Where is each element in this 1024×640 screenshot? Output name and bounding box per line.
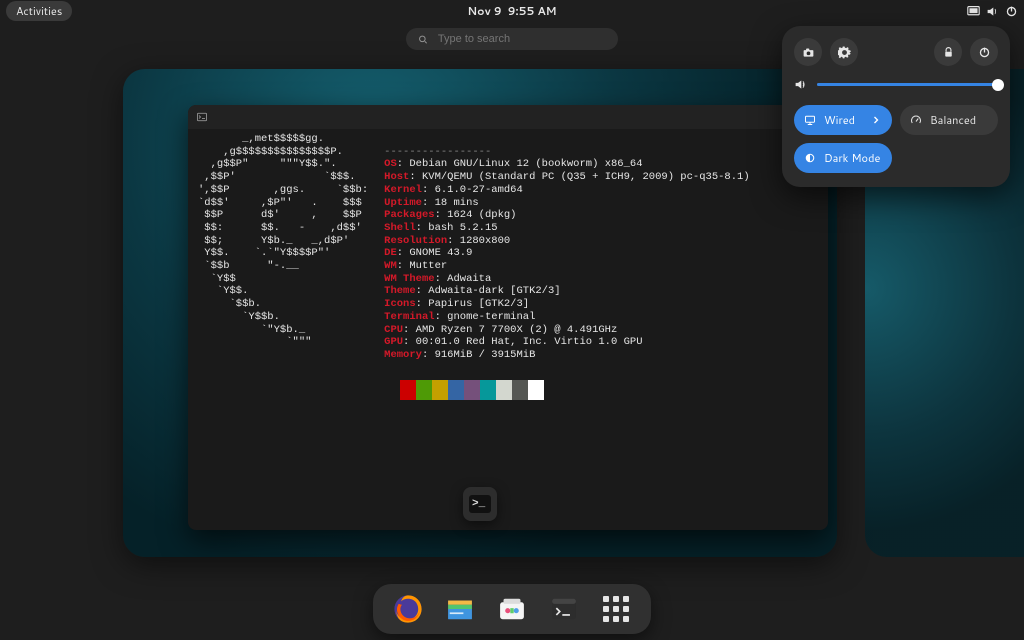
lock-button[interactable] <box>934 38 962 66</box>
volume-row-icon <box>794 78 807 91</box>
search-icon <box>418 34 428 45</box>
terminal-tab-icon <box>196 111 208 123</box>
terminal-body: _,met$$$$$gg. ,g$$$$$$$$$$$$$$$P. ,g$$P"… <box>188 129 828 530</box>
network-icon <box>804 114 816 126</box>
date-text: Nov 9 <box>467 3 501 19</box>
wired-toggle[interactable]: Wired <box>794 105 892 135</box>
settings-button[interactable] <box>830 38 858 66</box>
window-app-icon[interactable]: >_ <box>463 487 497 521</box>
neofetch-divider: ----------------- <box>384 146 491 158</box>
dash-app-software[interactable] <box>495 592 529 626</box>
workspace-current[interactable]: _,met$$$$$gg. ,g$$$$$$$$$$$$$$$P. ,g$$P"… <box>123 69 837 557</box>
top-bar: Activities Nov 9 9:55 AM <box>0 0 1024 22</box>
quick-settings-panel: Wired Balanced Dark Mode <box>782 26 1010 187</box>
neofetch-ascii-art: _,met$$$$$gg. ,g$$$$$$$$$$$$$$$P. ,g$$P"… <box>198 133 368 524</box>
gauge-icon <box>910 114 922 126</box>
power-menu-icon <box>978 46 991 59</box>
camera-icon <box>802 46 815 59</box>
screen-icon <box>967 5 980 18</box>
neofetch-info: ----------------- OS: Debian GNU/Linux 1… <box>384 133 749 524</box>
terminal-window[interactable]: _,met$$$$$gg. ,g$$$$$$$$$$$$$$$P. ,g$$P"… <box>188 105 828 530</box>
screenshot-button[interactable] <box>794 38 822 66</box>
gear-icon <box>838 46 851 59</box>
volume-row <box>794 78 998 91</box>
terminal-app-icon <box>547 592 581 626</box>
dash-app-firefox[interactable] <box>391 592 425 626</box>
volume-icon <box>986 5 999 18</box>
balanced-label: Balanced <box>930 112 976 128</box>
grid-icon <box>603 596 629 622</box>
activities-button[interactable]: Activities <box>6 1 72 21</box>
power-icon <box>1005 5 1018 18</box>
system-indicators[interactable] <box>967 5 1018 18</box>
dash-show-apps[interactable] <box>599 592 633 626</box>
dark-mode-toggle[interactable]: Dark Mode <box>794 143 892 173</box>
terminal-headerbar <box>188 105 828 129</box>
power-mode-toggle[interactable]: Balanced <box>900 105 998 135</box>
volume-slider[interactable] <box>817 83 998 86</box>
lock-icon <box>942 46 955 59</box>
software-icon <box>495 592 529 626</box>
neofetch-color-swatches <box>384 380 749 400</box>
firefox-icon <box>391 592 425 626</box>
dash-app-files[interactable] <box>443 592 477 626</box>
search-input[interactable] <box>436 32 606 46</box>
time-text: 9:55 AM <box>508 3 557 19</box>
chevron-right-icon <box>870 114 882 126</box>
terminal-icon: >_ <box>469 495 491 513</box>
dash-dock <box>373 584 651 634</box>
power-button[interactable] <box>970 38 998 66</box>
files-icon <box>443 592 477 626</box>
dash-app-terminal[interactable] <box>547 592 581 626</box>
dark-mode-icon <box>804 152 816 164</box>
wired-label: Wired <box>824 112 855 128</box>
dark-mode-label: Dark Mode <box>824 150 880 166</box>
search-bar[interactable] <box>406 28 618 50</box>
clock[interactable]: Nov 9 9:55 AM <box>467 3 556 19</box>
